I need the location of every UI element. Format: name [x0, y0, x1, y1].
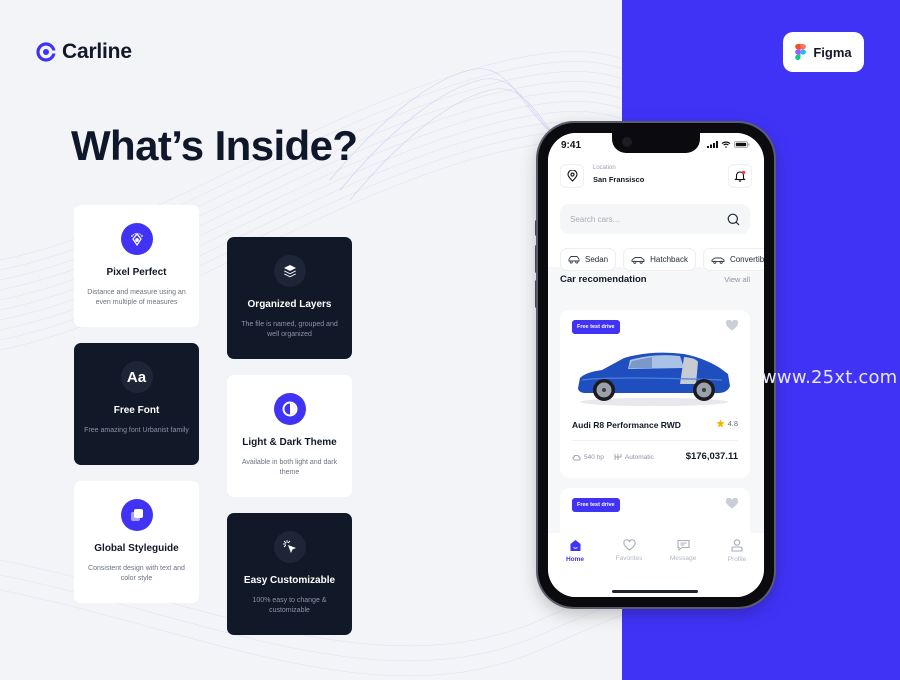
tab-label: Favorites — [615, 555, 643, 562]
recommendation-header: Car recomendation View all — [560, 274, 750, 285]
location-pin-icon — [566, 170, 578, 182]
tab-label: Message — [669, 555, 697, 562]
category-chip-sedan[interactable]: Sedan — [560, 248, 617, 271]
chip-label: Hatchback — [650, 255, 688, 264]
feature-title: Organized Layers — [247, 299, 332, 310]
car-price: $176,037.11 — [685, 451, 738, 462]
feature-card-easy-customizable: Easy Customizable 100% easy to change & … — [227, 513, 352, 635]
category-chip-hatchback[interactable]: Hatchback — [623, 248, 696, 271]
front-camera — [622, 137, 632, 147]
phone-screen: 9:41 Location San Fransisco Search cars.… — [548, 133, 764, 597]
location-button[interactable] — [560, 164, 584, 188]
battery-icon — [734, 141, 750, 148]
font-icon: Aa — [120, 361, 153, 393]
home-indicator — [612, 590, 698, 593]
horsepower-value: 540 hp — [584, 453, 604, 461]
location-value[interactable]: San Fransisco — [593, 175, 644, 184]
cursor-click-icon — [273, 531, 306, 563]
page-title: What’s Inside? — [71, 122, 358, 169]
car-image-audi-r8 — [578, 352, 730, 406]
feature-desc: Free amazing font Urbanist family — [84, 427, 189, 434]
gearbox-icon — [614, 454, 622, 460]
feature-title: Pixel Perfect — [106, 267, 167, 278]
app-header: Location San Fransisco Search cars... Se… — [548, 157, 764, 271]
car-rating: 4.8 — [716, 419, 738, 428]
brand-logo[interactable]: Carline — [36, 40, 132, 64]
car-name: Audi R8 Performance RWD — [572, 420, 681, 430]
tab-message[interactable]: Message — [658, 539, 708, 597]
test-drive-badge: Free test drive — [572, 498, 620, 512]
figma-logo-icon — [795, 44, 807, 60]
hatchback-icon — [631, 256, 645, 264]
figma-label: Figma — [813, 44, 852, 60]
location-label: Location — [593, 165, 616, 171]
pen-tool-icon — [120, 223, 153, 255]
star-icon — [716, 419, 725, 428]
feature-title: Easy Customizable — [243, 575, 336, 586]
font-icon-text: Aa — [126, 368, 147, 386]
feature-card-free-font: Aa Free Font Free amazing font Urbanist … — [74, 343, 199, 465]
status-icons — [707, 141, 750, 148]
car-specs: 540 hp Automatic — [572, 453, 654, 461]
feature-desc: Consistent design with text and color st… — [88, 565, 185, 582]
convertible-icon — [711, 257, 725, 264]
feature-desc: Distance and measure using an even multi… — [87, 289, 186, 306]
feature-desc: 100% easy to change & customizable — [252, 597, 327, 614]
carline-logo-icon — [36, 42, 56, 62]
figma-badge[interactable]: Figma — [783, 32, 864, 72]
search-placeholder: Search cars... — [570, 214, 620, 224]
test-drive-badge: Free test drive — [572, 320, 620, 334]
feature-card-global-styleguide: Global Styleguide Consistent design with… — [74, 481, 199, 603]
sedan-icon — [568, 256, 580, 264]
status-time: 9:41 — [561, 140, 582, 151]
search-icon[interactable] — [727, 213, 740, 226]
spec-transmission: Automatic — [614, 453, 654, 461]
favorite-heart-icon[interactable] — [726, 320, 738, 331]
tab-label: Profile — [727, 556, 747, 563]
theme-toggle-icon — [273, 393, 306, 425]
section-title: Car recomendation — [560, 274, 647, 285]
message-icon — [676, 539, 690, 551]
cellular-signal-icon — [707, 141, 718, 148]
feature-title: Free Font — [113, 405, 160, 416]
heart-icon — [622, 539, 636, 551]
engine-icon — [572, 454, 581, 460]
home-icon — [570, 540, 580, 551]
category-chips: Sedan Hatchback Convertible — [560, 248, 764, 271]
layers-icon — [273, 255, 306, 287]
notifications-button[interactable] — [728, 164, 752, 188]
feature-desc: The file is named, grouped and well orga… — [241, 321, 338, 338]
tab-profile[interactable]: Profile — [712, 539, 762, 597]
card-divider — [572, 440, 738, 441]
bell-icon — [734, 170, 746, 182]
phone-notch — [612, 133, 700, 153]
feature-card-light-dark-theme: Light & Dark Theme Available in both lig… — [227, 375, 352, 497]
transmission-value: Automatic — [624, 453, 654, 461]
tab-favorites[interactable]: Favorites — [604, 539, 654, 597]
feature-card-organized-layers: Organized Layers The file is named, grou… — [227, 237, 352, 359]
feature-title: Global Styleguide — [94, 543, 179, 554]
favorite-heart-icon[interactable] — [726, 498, 738, 509]
view-all-link[interactable]: View all — [724, 275, 750, 284]
feature-title: Light & Dark Theme — [242, 437, 337, 448]
rating-value: 4.8 — [727, 419, 738, 428]
chip-label: Convertible — [729, 255, 764, 264]
spec-horsepower: 540 hp — [572, 454, 604, 461]
wifi-icon — [721, 141, 731, 148]
tab-label: Home — [565, 556, 585, 563]
feature-card-pixel-perfect: Pixel Perfect Distance and measure using… — [74, 205, 199, 327]
brand-name: Carline — [62, 40, 132, 63]
tab-home[interactable]: Home — [550, 539, 600, 597]
bottom-tab-bar: Home Favorites Message Profile — [548, 533, 764, 597]
search-input[interactable]: Search cars... — [560, 204, 750, 234]
chip-label: Sedan — [585, 255, 609, 264]
profile-icon — [731, 539, 743, 552]
car-card[interactable]: Free test drive Audi R8 Performance RWD … — [560, 310, 750, 478]
styleguide-icon — [120, 499, 153, 531]
feature-desc: Available in both light and dark theme — [241, 459, 338, 476]
watermark-text: www.25xt.com — [762, 367, 898, 388]
category-chip-convertible[interactable]: Convertible — [702, 248, 764, 271]
phone-mockup: 9:41 Location San Fransisco Search cars.… — [538, 123, 774, 607]
